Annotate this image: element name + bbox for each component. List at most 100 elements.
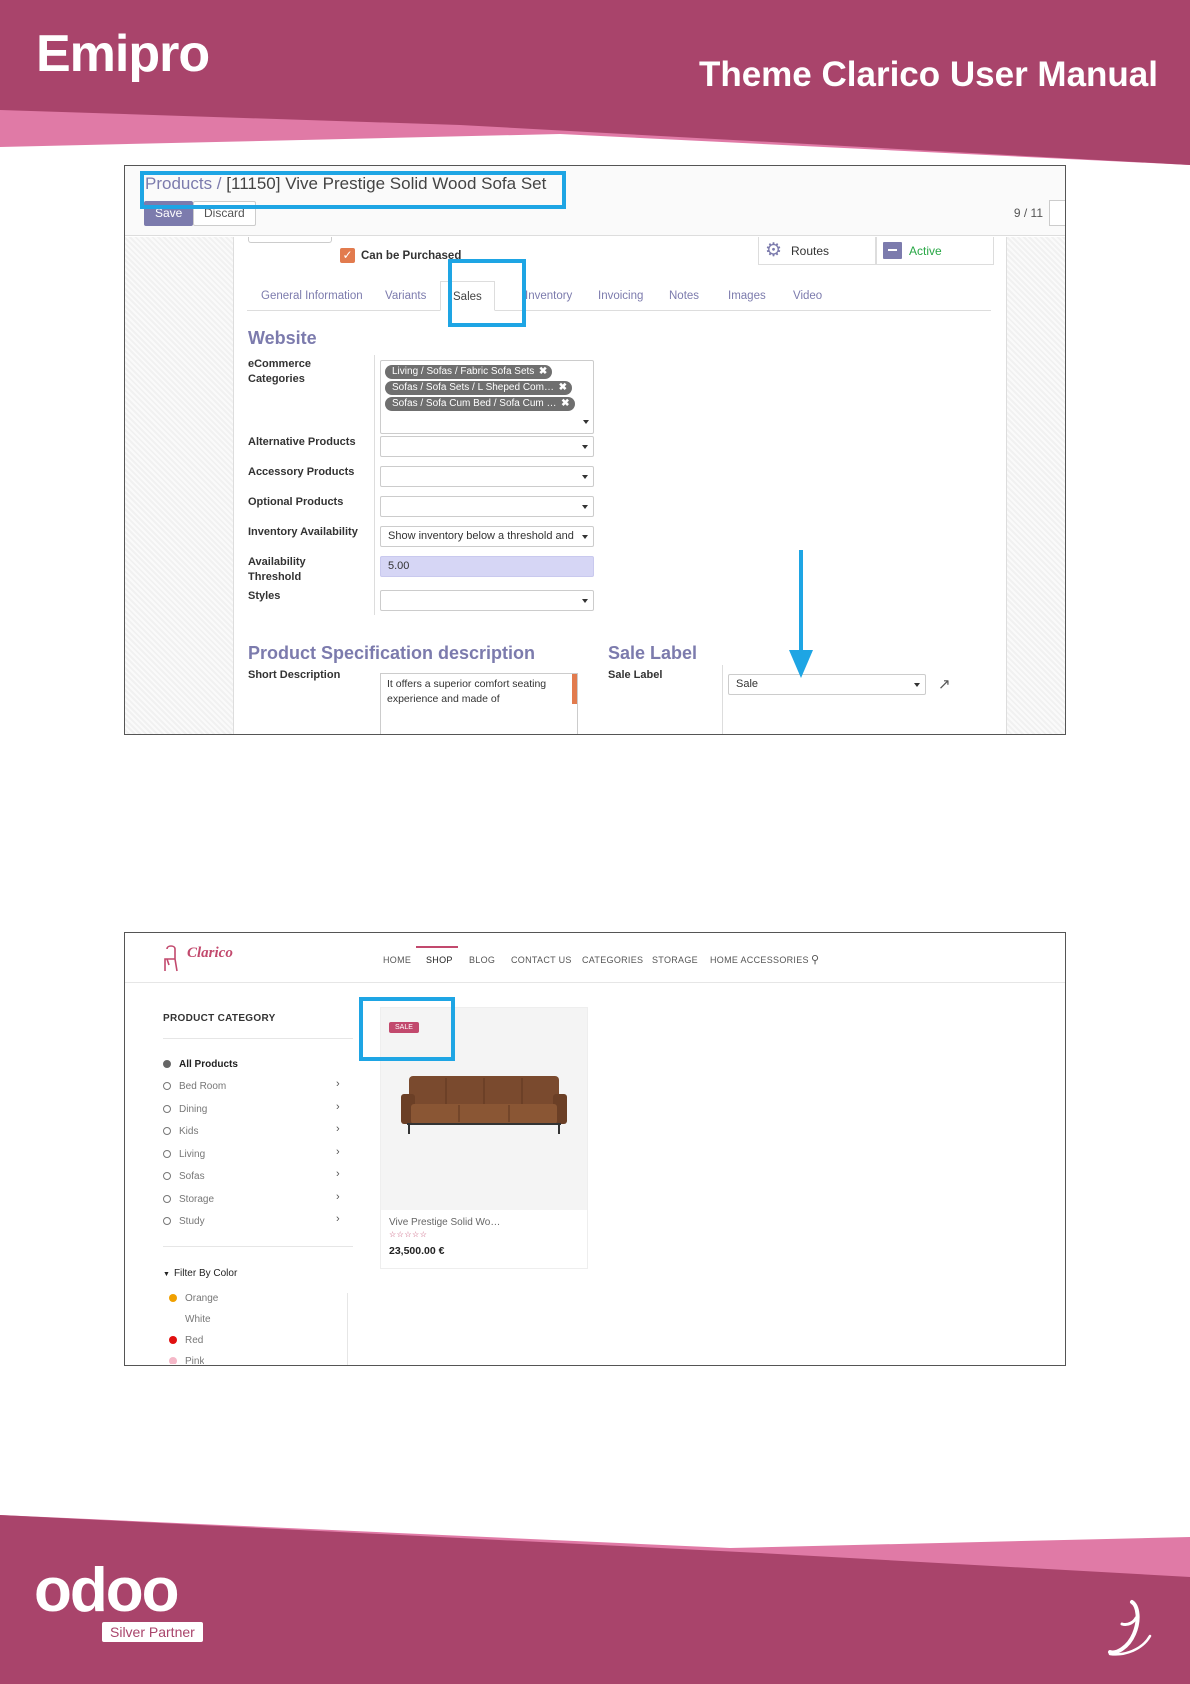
accessory-products-select[interactable] [380, 466, 594, 487]
brand-title: Emipro [36, 25, 210, 83]
product-name[interactable]: Vive Prestige Solid Wo… [389, 1217, 500, 1228]
nav-contact-us[interactable]: CONTACT US [511, 955, 572, 965]
styles-select[interactable] [380, 590, 594, 611]
sidebar-divider [163, 1246, 353, 1247]
emipro-logo-icon [1108, 1600, 1152, 1656]
pager-previous-button[interactable] [1049, 200, 1065, 226]
caret-down-icon [914, 683, 920, 687]
rating-stars-icon: ☆☆☆☆☆ [389, 1230, 428, 1239]
sheet-top-stub [248, 237, 332, 243]
category-all-products[interactable]: All Products [163, 1059, 238, 1070]
optional-products-label: Optional Products [248, 496, 344, 508]
chevron-right-icon[interactable]: › [336, 1146, 340, 1158]
color-swatch [169, 1294, 177, 1302]
caret-down-icon: ▼ [163, 1271, 170, 1278]
active-smart-button[interactable]: Active [876, 237, 994, 265]
alternative-products-label: Alternative Products [248, 436, 356, 448]
sofa-image [401, 1076, 567, 1134]
ecommerce-categories-field[interactable]: Living / Sofas / Fabric Sofa Sets ✖ Sofas… [380, 360, 594, 434]
color-red[interactable]: Red [169, 1335, 203, 1346]
radio-icon [163, 1150, 171, 1158]
external-link-icon[interactable]: ↗ [938, 675, 951, 693]
tab-variants[interactable]: Variants [385, 281, 426, 311]
nav-shop[interactable]: SHOP [426, 955, 453, 965]
optional-products-select[interactable] [380, 496, 594, 517]
chevron-right-icon[interactable]: › [336, 1101, 340, 1113]
nav-home-accessories[interactable]: HOME ACCESSORIES [710, 955, 809, 965]
tab-general-information[interactable]: General Information [261, 281, 363, 311]
caret-down-icon [582, 535, 588, 539]
sales-tab-highlight-box [448, 259, 526, 327]
remove-tag-icon[interactable]: ✖ [539, 365, 547, 379]
inventory-availability-select[interactable]: Show inventory below a threshold and [380, 526, 594, 547]
category-sofas[interactable]: Sofas [163, 1171, 205, 1182]
category-kids[interactable]: Kids [163, 1126, 198, 1137]
category-bed-room[interactable]: Bed Room [163, 1081, 226, 1092]
short-description-textarea[interactable]: It offers a superior comfort seating exp… [380, 673, 578, 734]
alternative-products-select[interactable] [380, 436, 594, 457]
radio-icon [163, 1082, 171, 1090]
tab-inventory[interactable]: Inventory [525, 281, 572, 311]
can-be-purchased-checkbox[interactable]: ✓ [340, 248, 355, 263]
form-sheet: ✓ Can be Purchased ⚙ Routes Active Gener… [233, 237, 1007, 734]
remove-tag-icon[interactable]: ✖ [561, 397, 569, 411]
nav-storage[interactable]: STORAGE [652, 955, 698, 965]
ecommerce-categories-dropdown[interactable] [380, 412, 594, 433]
field-divider [374, 355, 375, 615]
website-header: Clarico HOME SHOP BLOG CONTACT US CATEGO… [125, 933, 1065, 983]
breadcrumb-highlight-box [140, 171, 566, 209]
caret-down-icon [582, 599, 588, 603]
archive-icon [883, 242, 902, 259]
notebook-tabs: General Information Variants Sales Inven… [247, 281, 991, 311]
caret-down-icon [582, 505, 588, 509]
search-icon[interactable]: ⚲ [811, 953, 819, 966]
category-dining[interactable]: Dining [163, 1104, 207, 1115]
chevron-right-icon[interactable]: › [336, 1123, 340, 1135]
category-tag[interactable]: Sofas / Sofa Cum Bed / Sofa Cum … ✖ [385, 397, 575, 411]
sale-label-field-label: Sale Label [608, 669, 663, 681]
tab-notes[interactable]: Notes [669, 281, 699, 311]
availability-threshold-input[interactable]: 5.00 [380, 556, 594, 577]
active-nav-underline [416, 946, 458, 948]
radio-icon [163, 1127, 171, 1135]
category-tag[interactable]: Sofas / Sofa Sets / L Sheped Com… ✖ [385, 381, 572, 395]
color-white[interactable]: White [169, 1314, 211, 1325]
tab-video[interactable]: Video [793, 281, 822, 311]
nav-blog[interactable]: BLOG [469, 955, 495, 965]
category-living[interactable]: Living [163, 1149, 205, 1160]
product-specification-title: Product Specification description [248, 643, 536, 663]
color-swatch [169, 1357, 177, 1364]
category-study[interactable]: Study [163, 1216, 205, 1227]
gears-icon: ⚙ [765, 240, 783, 261]
styles-label: Styles [248, 590, 281, 602]
sale-label-select[interactable]: Sale [728, 674, 926, 695]
tab-images[interactable]: Images [728, 281, 766, 311]
chair-logo-icon [164, 945, 178, 972]
chevron-right-icon[interactable]: › [336, 1191, 340, 1203]
tab-invoicing[interactable]: Invoicing [598, 281, 643, 311]
radio-icon [163, 1172, 171, 1180]
nav-categories[interactable]: CATEGORIES [582, 955, 643, 965]
field-divider [722, 665, 723, 734]
category-tag[interactable]: Living / Sofas / Fabric Sofa Sets ✖ [385, 365, 553, 379]
chevron-right-icon[interactable]: › [336, 1168, 340, 1180]
accessory-products-label: Accessory Products [248, 466, 355, 478]
chevron-right-icon[interactable]: › [336, 1078, 340, 1090]
remove-tag-icon[interactable]: ✖ [559, 381, 567, 395]
color-orange[interactable]: Orange [169, 1293, 218, 1304]
caret-down-icon [582, 445, 588, 449]
nav-home[interactable]: HOME [383, 955, 411, 965]
filter-scroll-divider [347, 1293, 348, 1365]
routes-smart-button[interactable]: ⚙ Routes [758, 237, 876, 265]
odoo-logo: odoo [34, 1556, 179, 1625]
routes-label: Routes [791, 244, 830, 258]
chevron-right-icon[interactable]: › [336, 1213, 340, 1225]
color-swatch [169, 1336, 177, 1344]
site-logo[interactable]: Clarico [187, 945, 233, 962]
availability-threshold-label: Availability Threshold [248, 556, 306, 583]
shop-screenshot: Clarico HOME SHOP BLOG CONTACT US CATEGO… [124, 932, 1066, 1366]
category-storage[interactable]: Storage [163, 1194, 214, 1205]
short-description-label: Short Description [248, 669, 341, 681]
color-pink[interactable]: Pink [169, 1356, 204, 1364]
filter-by-color-toggle[interactable]: ▼ Filter By Color [163, 1268, 237, 1279]
